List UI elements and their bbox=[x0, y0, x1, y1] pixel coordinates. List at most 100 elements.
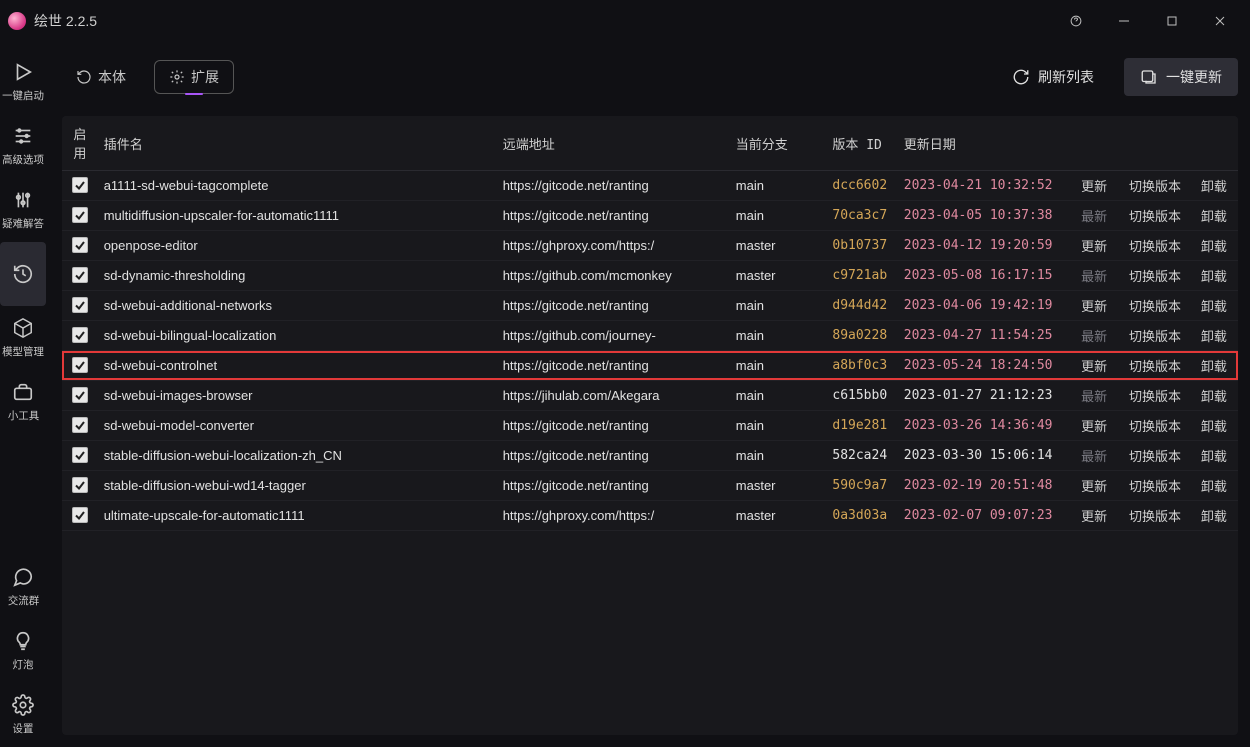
update-button[interactable]: 更新 bbox=[1081, 509, 1107, 524]
help-button[interactable] bbox=[1054, 5, 1098, 37]
version-id: 89a0228 bbox=[826, 321, 897, 351]
switch-version-button[interactable]: 切换版本 bbox=[1129, 269, 1181, 284]
branch: main bbox=[730, 171, 827, 201]
switch-version-button[interactable]: 切换版本 bbox=[1129, 239, 1181, 254]
update-date: 2023-02-07 09:07:23 bbox=[898, 501, 1068, 531]
enable-checkbox[interactable] bbox=[72, 387, 88, 403]
plugin-name: stable-diffusion-webui-localization-zh_C… bbox=[98, 441, 497, 471]
sidebar-item-history[interactable] bbox=[0, 242, 46, 306]
switch-version-button[interactable]: 切换版本 bbox=[1129, 209, 1181, 224]
update-button[interactable]: 更新 bbox=[1081, 179, 1107, 194]
close-button[interactable] bbox=[1198, 5, 1242, 37]
switch-version-button[interactable]: 切换版本 bbox=[1129, 179, 1181, 194]
table-row: stable-diffusion-webui-localization-zh_C… bbox=[62, 441, 1238, 471]
sidebar-item-chat[interactable]: 交流群 bbox=[0, 555, 46, 619]
switch-version-button[interactable]: 切换版本 bbox=[1129, 299, 1181, 314]
enable-checkbox[interactable] bbox=[72, 327, 88, 343]
branch: main bbox=[730, 441, 827, 471]
remote-url: https://gitcode.net/ranting bbox=[497, 441, 730, 471]
sidebar-item-models[interactable]: 模型管理 bbox=[0, 306, 46, 370]
remote-url: https://gitcode.net/ranting bbox=[497, 411, 730, 441]
sidebar-item-launch[interactable]: 一键启动 bbox=[0, 50, 46, 114]
uninstall-button[interactable]: 卸载 bbox=[1201, 209, 1227, 224]
plugin-name: openpose-editor bbox=[98, 231, 497, 261]
branch: main bbox=[730, 201, 827, 231]
header-version: 版本 ID bbox=[826, 116, 897, 171]
enable-checkbox[interactable] bbox=[72, 417, 88, 433]
minimize-button[interactable] bbox=[1102, 5, 1146, 37]
update-button[interactable]: 更新 bbox=[1081, 299, 1107, 314]
tab-core[interactable]: 本体 bbox=[62, 60, 140, 94]
sidebar-item-settings[interactable]: 设置 bbox=[0, 683, 46, 747]
enable-checkbox[interactable] bbox=[72, 507, 88, 523]
uninstall-button[interactable]: 卸载 bbox=[1201, 419, 1227, 434]
switch-version-button[interactable]: 切换版本 bbox=[1129, 509, 1181, 524]
table-row: stable-diffusion-webui-wd14-taggerhttps:… bbox=[62, 471, 1238, 501]
branch: main bbox=[730, 291, 827, 321]
latest-label: 最新 bbox=[1081, 329, 1107, 344]
switch-version-button[interactable]: 切换版本 bbox=[1129, 449, 1181, 464]
sidebar-item-troubleshoot[interactable]: 疑难解答 bbox=[0, 178, 46, 242]
header-actions bbox=[1068, 116, 1121, 171]
remote-url: https://ghproxy.com/https:/ bbox=[497, 231, 730, 261]
enable-checkbox[interactable] bbox=[72, 267, 88, 283]
update-button[interactable]: 更新 bbox=[1081, 479, 1107, 494]
branch: master bbox=[730, 501, 827, 531]
update-date: 2023-04-06 19:42:19 bbox=[898, 291, 1068, 321]
branch: master bbox=[730, 471, 827, 501]
enable-checkbox[interactable] bbox=[72, 477, 88, 493]
version-id: 0b10737 bbox=[826, 231, 897, 261]
remote-url: https://gitcode.net/ranting bbox=[497, 351, 730, 381]
uninstall-button[interactable]: 卸载 bbox=[1201, 509, 1227, 524]
tab-extensions[interactable]: 扩展 bbox=[154, 60, 234, 94]
switch-version-button[interactable]: 切换版本 bbox=[1129, 419, 1181, 434]
plugin-name: sd-webui-additional-networks bbox=[98, 291, 497, 321]
uninstall-button[interactable]: 卸载 bbox=[1201, 239, 1227, 254]
update-button[interactable]: 更新 bbox=[1081, 239, 1107, 254]
uninstall-button[interactable]: 卸载 bbox=[1201, 299, 1227, 314]
switch-version-button[interactable]: 切换版本 bbox=[1129, 359, 1181, 374]
update-date: 2023-05-08 16:17:15 bbox=[898, 261, 1068, 291]
plugin-name: multidiffusion-upscaler-for-automatic111… bbox=[98, 201, 497, 231]
enable-checkbox[interactable] bbox=[72, 237, 88, 253]
table-row: sd-webui-images-browserhttps://jihulab.c… bbox=[62, 381, 1238, 411]
uninstall-button[interactable]: 卸载 bbox=[1201, 479, 1227, 494]
branch: main bbox=[730, 351, 827, 381]
uninstall-button[interactable]: 卸载 bbox=[1201, 359, 1227, 374]
branch: master bbox=[730, 231, 827, 261]
sidebar-label: 交流群 bbox=[7, 592, 38, 607]
table-row: sd-webui-controlnethttps://gitcode.net/r… bbox=[62, 351, 1238, 381]
uninstall-button[interactable]: 卸载 bbox=[1201, 449, 1227, 464]
uninstall-button[interactable]: 卸载 bbox=[1201, 269, 1227, 284]
remote-url: https://ghproxy.com/https:/ bbox=[497, 501, 730, 531]
update-button[interactable]: 更新 bbox=[1081, 359, 1107, 374]
button-label: 刷新列表 bbox=[1038, 67, 1094, 87]
enable-checkbox[interactable] bbox=[72, 177, 88, 193]
tabs-row: 本体 扩展 刷新列表 一键更新 bbox=[62, 54, 1250, 100]
table-row: multidiffusion-upscaler-for-automatic111… bbox=[62, 201, 1238, 231]
switch-version-button[interactable]: 切换版本 bbox=[1129, 389, 1181, 404]
update-all-button[interactable]: 一键更新 bbox=[1124, 58, 1238, 96]
enable-checkbox[interactable] bbox=[72, 207, 88, 223]
sidebar-item-advanced[interactable]: 高级选项 bbox=[0, 114, 46, 178]
uninstall-button[interactable]: 卸载 bbox=[1201, 179, 1227, 194]
uninstall-button[interactable]: 卸载 bbox=[1201, 329, 1227, 344]
uninstall-button[interactable]: 卸载 bbox=[1201, 389, 1227, 404]
enable-checkbox[interactable] bbox=[72, 297, 88, 313]
maximize-button[interactable] bbox=[1150, 5, 1194, 37]
remote-url: https://gitcode.net/ranting bbox=[497, 471, 730, 501]
version-id: d19e281 bbox=[826, 411, 897, 441]
enable-checkbox[interactable] bbox=[72, 447, 88, 463]
switch-version-button[interactable]: 切换版本 bbox=[1129, 479, 1181, 494]
enable-checkbox[interactable] bbox=[72, 357, 88, 373]
latest-label: 最新 bbox=[1081, 209, 1107, 224]
sidebar-item-bulb[interactable]: 灯泡 bbox=[0, 619, 46, 683]
refresh-list-button[interactable]: 刷新列表 bbox=[996, 58, 1110, 96]
version-id: 70ca3c7 bbox=[826, 201, 897, 231]
sidebar-item-tools[interactable]: 小工具 bbox=[0, 370, 46, 434]
sidebar: 一键启动 高级选项 疑难解答 模型管理 小工具 交流群 灯泡 bbox=[0, 42, 46, 747]
latest-label: 最新 bbox=[1081, 269, 1107, 284]
update-button[interactable]: 更新 bbox=[1081, 419, 1107, 434]
switch-version-button[interactable]: 切换版本 bbox=[1129, 329, 1181, 344]
sidebar-label: 模型管理 bbox=[2, 343, 44, 358]
